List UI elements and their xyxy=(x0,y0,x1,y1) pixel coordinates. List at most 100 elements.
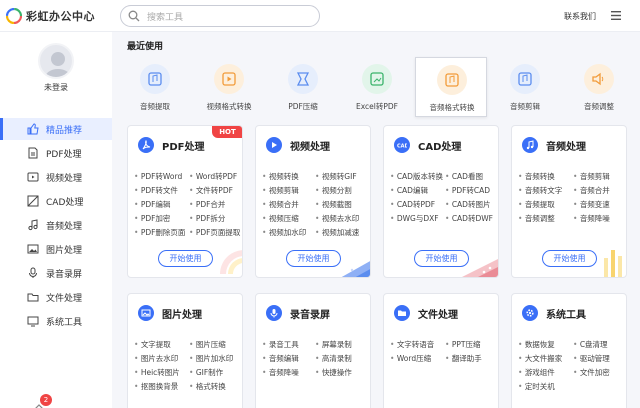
card-system[interactable]: 系统工具 数据恢复 C盘清理 大文件搬家 驱动管理 游戏组件 文件加密 定时关机 xyxy=(511,293,627,408)
feature-link[interactable]: 游戏组件 xyxy=(518,367,555,378)
feature-link[interactable]: 视频转换 xyxy=(262,171,299,182)
feature-link[interactable]: 图片去水印 xyxy=(134,353,179,364)
rainbow-logo-icon xyxy=(6,8,22,24)
card-cad[interactable]: CAD CAD处理 CAD版本转换 CAD看图 CAD编辑 PDF转CAD CA… xyxy=(383,125,499,278)
feature-link[interactable]: 大文件搬家 xyxy=(518,353,563,364)
feature-link[interactable]: 音频转换 xyxy=(518,171,555,182)
feature-link[interactable]: 数据恢复 xyxy=(518,339,555,350)
feature-link[interactable]: 文件加密 xyxy=(573,367,610,378)
feature-link[interactable]: 音频降噪 xyxy=(573,213,610,224)
contact-us-link[interactable]: 联系我们 xyxy=(564,11,596,22)
sidebar-item-video[interactable]: 视频处理 xyxy=(0,166,112,188)
card-recording[interactable]: 录音录屏 录音工具 屏幕录制 音频编辑 高清录制 音频降噪 快捷操作 xyxy=(255,293,371,408)
feature-link[interactable]: 屏幕录制 xyxy=(315,339,352,350)
decoration-icon xyxy=(220,250,242,274)
feature-link[interactable]: 音频合并 xyxy=(573,185,610,196)
feature-link[interactable]: 抠图换背景 xyxy=(134,381,179,392)
recent-item-pdf-compress[interactable]: PDF压缩 xyxy=(267,57,339,117)
feature-link[interactable]: 音频变速 xyxy=(573,199,610,210)
feature-link[interactable]: GIF制作 xyxy=(189,367,223,378)
feature-link[interactable]: 视频去水印 xyxy=(315,213,360,224)
feature-link[interactable]: 文字提取 xyxy=(134,339,171,350)
feature-link[interactable]: Word压缩 xyxy=(390,353,431,364)
card-title: CAD处理 xyxy=(418,142,462,153)
feature-link[interactable]: PDF转文件 xyxy=(134,185,178,196)
feature-link[interactable]: 视频剪辑 xyxy=(262,185,299,196)
feature-link[interactable]: 文字转语音 xyxy=(390,339,435,350)
recent-item-label: 音频调整 xyxy=(584,102,614,111)
feature-link[interactable]: C盘清理 xyxy=(573,339,608,350)
feature-link[interactable]: 音频调整 xyxy=(518,213,555,224)
feature-link[interactable]: PDF加密 xyxy=(134,213,171,224)
start-button[interactable]: 开始使用 xyxy=(158,250,213,267)
feature-link[interactable]: CAD编辑 xyxy=(390,185,428,196)
feature-link[interactable]: 音频剪辑 xyxy=(573,171,610,182)
feature-link[interactable]: PDF页面提取 xyxy=(189,227,241,238)
feature-link[interactable]: 音频转文字 xyxy=(518,185,563,196)
recent-item-video-convert[interactable]: 视频格式转换 xyxy=(193,57,265,117)
feature-link[interactable]: 图片压缩 xyxy=(189,339,226,350)
feature-link[interactable]: 视频截图 xyxy=(315,199,352,210)
feature-link[interactable]: PDF删除页面 xyxy=(134,227,186,238)
feature-link[interactable]: PDF转Word xyxy=(134,171,182,182)
feature-link[interactable]: PDF合并 xyxy=(189,199,226,210)
feature-link[interactable]: 音频编辑 xyxy=(262,353,299,364)
recent-item-audio-convert[interactable]: 音频格式转换 xyxy=(415,57,487,117)
feature-link[interactable]: 音频提取 xyxy=(518,199,555,210)
video-convert-icon xyxy=(214,64,244,94)
card-pdf[interactable]: HOT PDF处理 PDF转Word Word转PDF PDF转文件 文件转PD… xyxy=(127,125,243,278)
feature-link[interactable]: CAD看图 xyxy=(445,171,483,182)
feature-link[interactable]: CAD版本转换 xyxy=(390,171,443,182)
card-audio[interactable]: 音频处理 音频转换 音频剪辑 音频转文字 音频合并 音频提取 音频变速 音频调整… xyxy=(511,125,627,278)
feature-link[interactable]: PDF编辑 xyxy=(134,199,171,210)
sidebar-item-system[interactable]: 系统工具 xyxy=(0,310,112,332)
feature-link[interactable]: 文件转PDF xyxy=(189,185,233,196)
feature-link[interactable]: 视频转GIF xyxy=(315,171,357,182)
feature-link[interactable]: CAD转图片 xyxy=(445,199,491,210)
image-icon xyxy=(27,244,39,254)
recent-item-audio-clip[interactable]: 音频剪辑 xyxy=(489,57,561,117)
feature-link[interactable]: 快捷操作 xyxy=(315,367,352,378)
card-file[interactable]: 文件处理 文字转语音 PPT压缩 Word压缩 翻译助手 xyxy=(383,293,499,408)
card-video[interactable]: 视频处理 视频转换 视频转GIF 视频剪辑 视频分割 视频合并 视频截图 视频压… xyxy=(255,125,371,278)
menu-icon[interactable] xyxy=(611,11,621,20)
recent-item-excel-to-pdf[interactable]: Excel转PDF xyxy=(341,57,413,117)
feature-link[interactable]: 视频分割 xyxy=(315,185,352,196)
card-image[interactable]: 图片处理 文字提取 图片压缩 图片去水印 图片加水印 Heic转图片 GIF制作… xyxy=(127,293,243,408)
recent-item-audio-extract[interactable]: 音频提取 xyxy=(119,57,191,117)
feature-link[interactable]: Word转PDF xyxy=(189,171,237,182)
feature-link[interactable]: PDF转CAD xyxy=(445,185,490,196)
sidebar-item-file[interactable]: 文件处理 xyxy=(0,286,112,308)
feature-link[interactable]: 视频加水印 xyxy=(262,227,307,238)
sidebar-item-featured[interactable]: 精品推荐 xyxy=(0,118,112,140)
feature-link[interactable]: 视频压缩 xyxy=(262,213,299,224)
sidebar-item-recording[interactable]: 录音录屏 xyxy=(0,262,112,284)
feature-link[interactable]: 视频合并 xyxy=(262,199,299,210)
feature-link[interactable]: 定时关机 xyxy=(518,381,555,392)
feature-link[interactable]: CAD转PDF xyxy=(390,199,435,210)
sidebar-item-image[interactable]: 图片处理 xyxy=(0,238,112,260)
start-button[interactable]: 开始使用 xyxy=(542,250,597,267)
feature-link[interactable]: 图片加水印 xyxy=(189,353,234,364)
feature-link[interactable]: 高清录制 xyxy=(315,353,352,364)
sidebar-item-pdf[interactable]: PDF处理 xyxy=(0,142,112,164)
feature-link[interactable]: PPT压缩 xyxy=(445,339,481,350)
feature-link[interactable]: 驱动管理 xyxy=(573,353,610,364)
feature-link[interactable]: 视频加减速 xyxy=(315,227,360,238)
sidebar-item-audio[interactable]: 音频处理 xyxy=(0,214,112,236)
recent-item-audio-adjust[interactable]: 音频调整 xyxy=(563,57,635,117)
feature-link[interactable]: 录音工具 xyxy=(262,339,299,350)
search-input[interactable]: 搜索工具 xyxy=(120,5,320,27)
feature-link[interactable]: Heic转图片 xyxy=(134,367,180,378)
avatar[interactable] xyxy=(38,43,74,79)
start-button[interactable]: 开始使用 xyxy=(286,250,341,267)
feature-link[interactable]: 翻译助手 xyxy=(445,353,482,364)
feature-link[interactable]: CAD转DWF xyxy=(445,213,493,224)
feature-link[interactable]: 音频降噪 xyxy=(262,367,299,378)
feature-link[interactable]: DWG与DXF xyxy=(390,213,439,224)
sidebar-item-cad[interactable]: CAD处理 xyxy=(0,190,112,212)
login-status[interactable]: 未登录 xyxy=(0,82,112,93)
feature-link[interactable]: 格式转换 xyxy=(189,381,226,392)
app-window: 彩虹办公中心 搜索工具 联系我们 未登录 精品推荐 PDF处理 视频处理 CAD… xyxy=(0,0,640,408)
feature-link[interactable]: PDF拆分 xyxy=(189,213,226,224)
